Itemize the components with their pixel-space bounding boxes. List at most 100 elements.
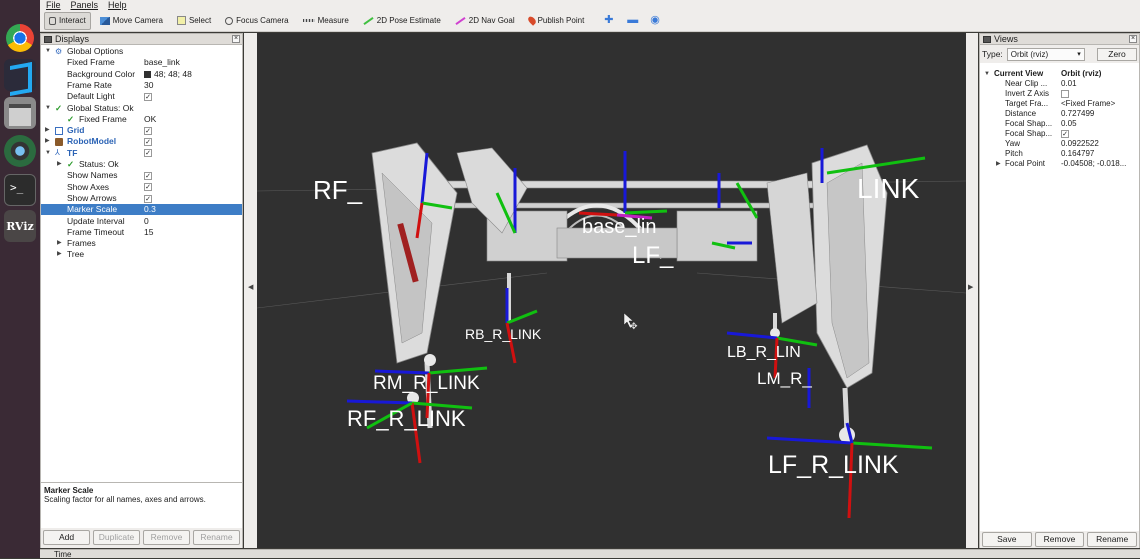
vscode-icon[interactable] — [4, 59, 36, 91]
row-value[interactable]: 0.01 — [1061, 79, 1077, 89]
menu-help[interactable]: Help — [108, 0, 127, 10]
duplicate-button[interactable]: Duplicate — [93, 530, 140, 545]
view-row-current[interactable]: ▼ Current View Orbit (rviz) — [980, 69, 1139, 79]
checkbox[interactable]: ✓ — [144, 92, 152, 101]
nav-goal-tool[interactable]: 2D Nav Goal — [450, 12, 520, 30]
checkbox[interactable]: ✓ — [144, 172, 152, 181]
collapse-arrow-icon[interactable]: ▶ — [45, 136, 50, 147]
tree-row-tree[interactable]: ▶ Tree — [41, 249, 242, 260]
collapse-arrow-icon[interactable]: ▶ — [45, 125, 50, 136]
collapse-arrow-icon[interactable]: ▶ — [57, 249, 62, 260]
view-type-select[interactable]: Orbit (rviz) — [1006, 47, 1085, 61]
tree-row-tf[interactable]: ▼ ⅄ TF ✓ — [41, 148, 242, 159]
tree-row-tf-status[interactable]: ▶ ✓ Status: Ok — [41, 159, 242, 170]
collapse-arrow-icon[interactable]: ▶ — [57, 159, 62, 170]
remove-tool-button[interactable]: ▬ — [622, 12, 641, 30]
view-row-yaw[interactable]: Yaw 0.0922522 — [980, 139, 1139, 149]
row-value[interactable]: 0.164797 — [1061, 149, 1094, 159]
zero-button[interactable]: Zero — [1097, 47, 1137, 61]
view-row-invert-z[interactable]: Invert Z Axis — [980, 89, 1139, 99]
tree-row-grid[interactable]: ▶ Grid ✓ — [41, 125, 242, 136]
select-tool[interactable]: Select — [172, 12, 216, 30]
row-name: Fixed Frame — [67, 57, 115, 68]
add-button[interactable]: Add — [43, 530, 90, 545]
chrome-icon[interactable] — [6, 24, 34, 52]
rename-view-button[interactable]: Rename — [1087, 532, 1138, 547]
row-value[interactable]: -0.04508; -0.018... — [1061, 159, 1126, 169]
description-title: Marker Scale — [44, 486, 94, 495]
checkbox[interactable]: ✓ — [144, 149, 152, 158]
expand-arrow-icon[interactable]: ▼ — [45, 46, 51, 57]
row-value[interactable]: 0.05 — [1061, 119, 1077, 129]
view-row-focal-point[interactable]: ▶ Focal Point -0.04508; -0.018... — [980, 159, 1139, 169]
view-row-near-clip[interactable]: Near Clip ... 0.01 — [980, 79, 1139, 89]
tree-row-global-options[interactable]: ▼ ⚙ Global Options — [41, 46, 242, 57]
3d-viewport[interactable]: RF_ LINK base_lin LF_ RB_R_LINK RM_R_LIN… — [257, 33, 966, 548]
row-value[interactable]: 30 — [144, 80, 153, 91]
view-row-distance[interactable]: Distance 0.727499 — [980, 109, 1139, 119]
view-row-target-frame[interactable]: Target Fra... <Fixed Frame> — [980, 99, 1139, 109]
row-value[interactable]: 48; 48; 48 — [144, 69, 192, 80]
rviz-icon[interactable]: RViz — [4, 210, 36, 242]
expand-arrow-icon[interactable]: ▼ — [984, 69, 990, 79]
terminal-icon[interactable]: >_ — [4, 174, 36, 206]
tool-properties-button[interactable]: ◉ — [645, 12, 664, 30]
collapse-right-icon[interactable]: ▶ — [968, 283, 973, 291]
tree-row-show-axes[interactable]: Show Axes ✓ — [41, 182, 242, 193]
hand-icon — [49, 16, 56, 25]
measure-tool[interactable]: Measure — [298, 12, 354, 30]
tree-row-status-fixed-frame[interactable]: ✓ Fixed Frame OK — [41, 114, 242, 125]
collapse-arrow-icon[interactable]: ▶ — [57, 238, 62, 249]
rename-button[interactable]: Rename — [193, 530, 240, 545]
checkbox[interactable]: ✓ — [144, 183, 152, 192]
tree-row-show-arrows[interactable]: Show Arrows ✓ — [41, 193, 242, 204]
tree-row-frame-timeout[interactable]: Frame Timeout 15 — [41, 227, 242, 238]
svg-text:✥: ✥ — [630, 321, 638, 331]
tree-row-frames[interactable]: ▶ Frames — [41, 238, 242, 249]
interact-tool[interactable]: Interact — [44, 11, 91, 30]
save-view-button[interactable]: Save — [982, 532, 1032, 547]
remove-button[interactable]: Remove — [143, 530, 190, 545]
checkbox[interactable]: ✓ — [144, 126, 152, 135]
tree-row-marker-scale[interactable]: Marker Scale 0.3 — [41, 204, 242, 216]
focus-camera-tool[interactable]: Focus Camera — [220, 12, 293, 30]
tree-row-fixed-frame[interactable]: Fixed Frame base_link — [41, 57, 242, 68]
checkbox[interactable] — [1061, 89, 1069, 98]
tree-row-default-light[interactable]: Default Light ✓ — [41, 91, 242, 102]
tree-row-global-status[interactable]: ▼ ✓ Global Status: Ok — [41, 103, 242, 114]
close-icon[interactable]: × — [232, 35, 240, 43]
add-tool-button[interactable]: ✚ — [599, 12, 618, 30]
view-row-pitch[interactable]: Pitch 0.164797 — [980, 149, 1139, 159]
row-value[interactable]: base_link — [144, 57, 180, 68]
tree-row-robotmodel[interactable]: ▶ RobotModel ✓ — [41, 136, 242, 147]
close-icon[interactable]: × — [1129, 35, 1137, 43]
globe-icon[interactable] — [4, 135, 36, 167]
row-value[interactable]: <Fixed Frame> — [1061, 99, 1115, 109]
collapse-left-icon[interactable]: ◀ — [248, 283, 253, 291]
row-value[interactable]: 0.0922522 — [1061, 139, 1099, 149]
tree-row-background-color[interactable]: Background Color 48; 48; 48 — [41, 69, 242, 80]
row-value[interactable]: 15 — [144, 227, 153, 238]
tree-row-show-names[interactable]: Show Names ✓ — [41, 170, 242, 181]
view-row-focal-shape-fixed[interactable]: Focal Shap... ✓ — [980, 129, 1139, 139]
remove-view-button[interactable]: Remove — [1034, 532, 1085, 547]
menu-panels[interactable]: Panels — [71, 0, 99, 10]
tree-row-update-interval[interactable]: Update Interval 0 — [41, 216, 242, 227]
checkbox[interactable]: ✓ — [144, 138, 152, 147]
checkbox[interactable]: ✓ — [144, 194, 152, 203]
tree-row-frame-rate[interactable]: Frame Rate 30 — [41, 80, 242, 91]
pose-estimate-tool[interactable]: 2D Pose Estimate — [358, 12, 446, 30]
expand-arrow-icon[interactable]: ▼ — [45, 148, 51, 159]
view-row-focal-shape-size[interactable]: Focal Shap... 0.05 — [980, 119, 1139, 129]
publish-point-tool[interactable]: Publish Point — [524, 12, 590, 30]
toolbar: Interact Move Camera Select Focus Camera… — [40, 10, 1140, 32]
row-value[interactable]: 0.3 — [144, 204, 156, 215]
files-icon[interactable] — [4, 97, 36, 129]
row-value[interactable]: 0.727499 — [1061, 109, 1094, 119]
checkbox[interactable]: ✓ — [1061, 129, 1069, 138]
collapse-arrow-icon[interactable]: ▶ — [996, 159, 1001, 169]
move-camera-tool[interactable]: Move Camera — [95, 12, 168, 30]
row-value[interactable]: 0 — [144, 216, 149, 227]
menu-file[interactable]: File — [46, 0, 61, 10]
expand-arrow-icon[interactable]: ▼ — [45, 103, 51, 114]
